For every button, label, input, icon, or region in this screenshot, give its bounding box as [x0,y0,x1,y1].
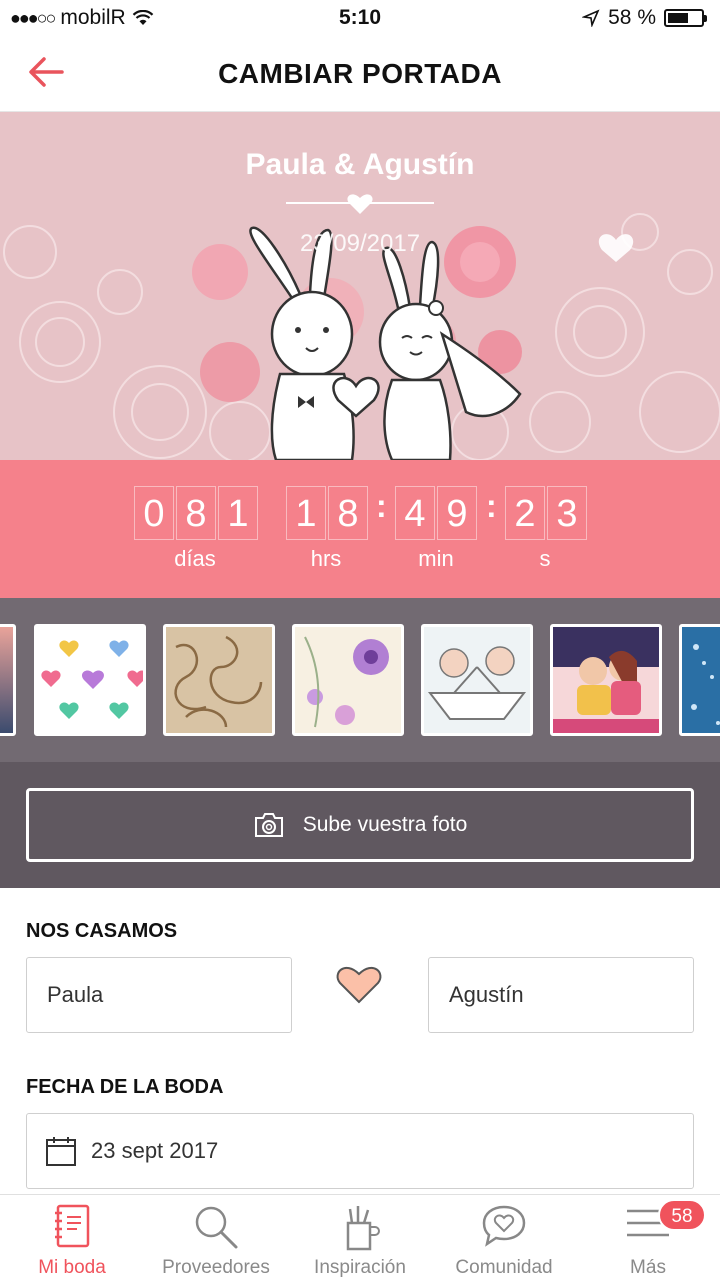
heart-icon [347,194,373,214]
wedding-date-label: FECHA DE LA BODA [26,1076,224,1098]
tab-label: Proveedores [162,1257,270,1278]
calendar-icon [46,1137,76,1166]
partner2-name-value: Agustín [449,982,524,1007]
watercolor-hearts-pattern [41,640,143,719]
status-bar: ●●●○○ mobilR 5:10 58 % [0,0,720,36]
countdown-separator: : [486,488,497,524]
couple-illustration [553,627,659,733]
orchid-pattern [304,636,389,728]
countdown-digit: 1 [218,486,258,540]
chat-heart-icon [482,1205,526,1247]
notification-badge: 58 [658,1199,706,1231]
bottom-tab-bar: Mi boda Proveedores Inspiración Comunida… [0,1194,720,1280]
countdown-digit: 4 [395,486,435,540]
damask-pattern [174,635,263,728]
countdown-digit: 0 [134,486,174,540]
cover-preview: Paula & Agustín 23/09/2017 [0,112,720,460]
notebook-icon [55,1204,90,1248]
countdown-digit: 3 [547,486,587,540]
upload-section: Sube vuestra foto [0,762,720,888]
partner1-name-value: Paula [47,982,104,1007]
wedding-date-field[interactable]: 23 sept 2017 [26,1113,694,1189]
countdown-digit: 2 [505,486,545,540]
tab-label: Más [630,1257,666,1278]
cover-option-paper-boat[interactable] [421,624,533,736]
tab-comunidad[interactable]: Comunidad [432,1195,576,1280]
countdown-digit: 9 [437,486,477,540]
countdown-separator: : [376,488,387,524]
heart-icon [336,967,382,1004]
cover-option-damask[interactable] [163,624,275,736]
hours-label: hrs [310,546,342,571]
couple-section-label: NOS CASAMOS [26,920,178,942]
partner2-name-field[interactable]: Agustín [428,957,694,1033]
cover-thumbnail-strip[interactable] [0,598,720,762]
minutes-label: min [418,546,454,571]
tab-proveedores[interactable]: Proveedores [144,1195,288,1280]
tab-mas[interactable]: 58 Más [576,1195,720,1280]
partner1-name-field[interactable]: Paula [26,957,292,1033]
cover-option-stars[interactable] [679,624,720,736]
cover-option-hearts[interactable] [34,624,146,736]
upload-photo-button[interactable]: Sube vuestra foto [26,788,694,862]
cover-option-couple[interactable] [550,624,662,736]
tab-label: Mi boda [38,1257,106,1278]
countdown-digit: 8 [328,486,368,540]
cover-option-sunset[interactable] [0,624,16,736]
screen: ●●●○○ mobilR 5:10 58 % CAMBIAR PORTADA P… [0,0,720,1280]
couple-names: Paula & Agustín [245,148,475,181]
countdown: 0 8 1 1 8 : 4 9 : 2 3 días hrs min s [0,460,720,598]
back-arrow-icon[interactable] [24,50,68,94]
seconds-label: s [539,546,551,571]
search-icon [195,1206,238,1249]
wedding-date-value: 23 sept 2017 [91,1138,219,1163]
stars-pattern [691,644,720,725]
battery-percent: 58 % [608,6,656,29]
tab-label: Inspiración [314,1257,406,1278]
battery-icon [664,9,707,27]
cover-option-orchids[interactable] [292,624,404,736]
countdown-digit: 1 [286,486,326,540]
page-title: CAMBIAR PORTADA [218,57,502,89]
camera-icon [254,813,283,837]
paper-boat-illustration [427,646,527,720]
wedding-date: 23/09/2017 [299,230,421,257]
top-bar: CAMBIAR PORTADA [0,36,720,112]
pencil-cup-icon [346,1206,380,1251]
location-arrow-icon [582,9,600,27]
tab-label: Comunidad [455,1257,553,1278]
tab-inspiracion[interactable]: Inspiración [288,1195,432,1280]
upload-photo-label: Sube vuestra foto [302,813,468,836]
tab-mi-boda[interactable]: Mi boda [0,1195,144,1280]
days-label: días [174,546,216,571]
countdown-digit: 8 [176,486,216,540]
